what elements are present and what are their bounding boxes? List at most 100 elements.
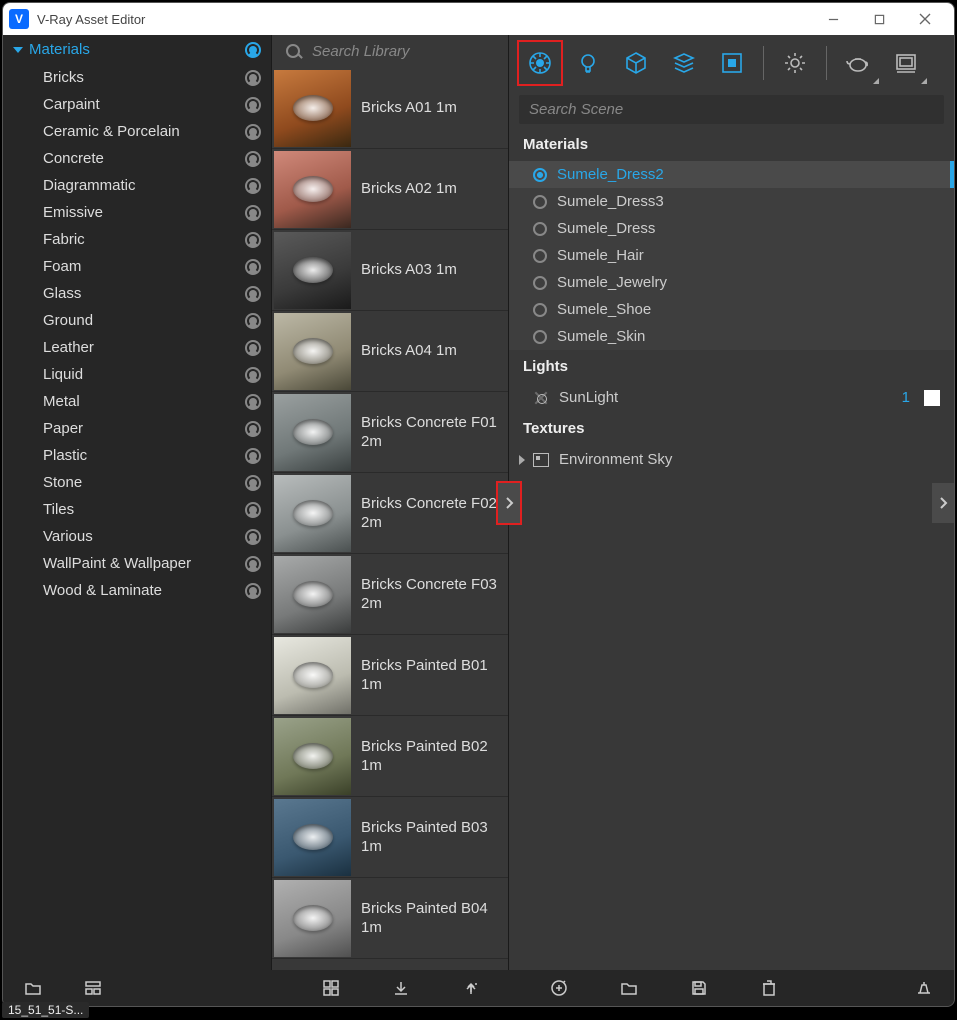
scene-material-item[interactable]: Sumele_Hair <box>509 242 954 269</box>
titlebar: V V-Ray Asset Editor <box>3 3 954 35</box>
minimize-button[interactable] <box>810 3 856 35</box>
close-button[interactable] <box>902 3 948 35</box>
category-item[interactable]: Ceramic & Porcelain <box>3 118 271 145</box>
category-item[interactable]: Foam <box>3 253 271 280</box>
library-item[interactable]: Bricks Painted B03 1m <box>272 797 508 878</box>
purge-button[interactable] <box>904 973 944 1003</box>
scene-material-item[interactable]: Sumele_Dress2 <box>509 161 954 188</box>
category-item[interactable]: Plastic <box>3 442 271 469</box>
scene-texture-item[interactable]: Environment Sky <box>509 445 954 474</box>
category-item[interactable]: Emissive <box>3 199 271 226</box>
render-elements-tab-icon[interactable] <box>661 40 707 86</box>
section-textures-header: Textures <box>509 412 954 445</box>
sidebar-header[interactable]: Materials <box>3 35 271 64</box>
library-item-label: Bricks Concrete F02 2m <box>351 494 508 533</box>
maximize-button[interactable] <box>856 3 902 35</box>
open-folder-button[interactable] <box>13 973 53 1003</box>
category-label: Various <box>43 528 93 545</box>
layout-button[interactable] <box>73 973 113 1003</box>
scene-toolbar <box>509 35 954 91</box>
category-label: Foam <box>43 258 81 275</box>
vray-badge-icon <box>245 124 261 140</box>
teapot-render-icon[interactable] <box>835 40 881 86</box>
material-swatch-icon <box>533 303 547 317</box>
category-label: Paper <box>43 420 83 437</box>
scene-material-item[interactable]: Sumele_Skin <box>509 323 954 350</box>
library-item[interactable]: Bricks A03 1m <box>272 230 508 311</box>
geometry-tab-icon[interactable] <box>613 40 659 86</box>
category-item[interactable]: Glass <box>3 280 271 307</box>
settings-icon[interactable] <box>772 40 818 86</box>
category-label: Fabric <box>43 231 85 248</box>
library-item[interactable]: Bricks A04 1m <box>272 311 508 392</box>
lights-tab-icon[interactable] <box>565 40 611 86</box>
materials-tab-icon[interactable] <box>517 40 563 86</box>
frame-buffer-icon[interactable] <box>883 40 929 86</box>
category-item[interactable]: Carpaint <box>3 91 271 118</box>
category-item[interactable]: Concrete <box>3 145 271 172</box>
scene-material-item[interactable]: Sumele_Jewelry <box>509 269 954 296</box>
vray-badge-icon <box>245 151 261 167</box>
vray-badge-icon <box>245 313 261 329</box>
taskbar-item[interactable]: 15_51_51-S... <box>2 1002 89 1018</box>
scene-material-item[interactable]: Sumele_Shoe <box>509 296 954 323</box>
section-lights-header: Lights <box>509 350 954 383</box>
library-item[interactable]: Bricks A01 1m <box>272 68 508 149</box>
import-right-button[interactable] <box>451 973 491 1003</box>
expand-triangle-icon[interactable] <box>519 455 525 465</box>
library-item[interactable]: Bricks Concrete F03 2m <box>272 554 508 635</box>
category-label: Carpaint <box>43 96 100 113</box>
open-asset-button[interactable] <box>609 973 649 1003</box>
library-thumbnail <box>274 394 351 471</box>
category-item[interactable]: Tiles <box>3 496 271 523</box>
scene-light-item[interactable]: SunLight1 <box>509 383 954 412</box>
scene-search[interactable]: Search Scene <box>519 95 944 124</box>
library-search[interactable]: Search Library <box>272 35 508 68</box>
category-item[interactable]: Diagrammatic <box>3 172 271 199</box>
category-item[interactable]: Liquid <box>3 361 271 388</box>
category-item[interactable]: Various <box>3 523 271 550</box>
save-asset-button[interactable] <box>679 973 719 1003</box>
category-item[interactable]: Stone <box>3 469 271 496</box>
category-item[interactable]: Fabric <box>3 226 271 253</box>
category-label: Bricks <box>43 69 84 86</box>
library-item[interactable]: Bricks Concrete F02 2m <box>272 473 508 554</box>
category-item[interactable]: Paper <box>3 415 271 442</box>
library-item[interactable]: Bricks Painted B02 1m <box>272 716 508 797</box>
category-item[interactable]: Bricks <box>3 64 271 91</box>
category-label: Tiles <box>43 501 74 518</box>
category-label: Plastic <box>43 447 87 464</box>
expand-library-handle[interactable] <box>498 483 520 523</box>
library-item[interactable]: Bricks Concrete F01 2m <box>272 392 508 473</box>
delete-asset-button[interactable] <box>749 973 789 1003</box>
category-item[interactable]: Leather <box>3 334 271 361</box>
library-thumbnail <box>274 313 351 390</box>
scene-material-item[interactable]: Sumele_Dress <box>509 215 954 242</box>
library-item[interactable]: Bricks Painted B04 1m <box>272 878 508 959</box>
library-thumbnail <box>274 718 351 795</box>
texture-icon <box>533 453 549 467</box>
scene-material-label: Sumele_Hair <box>557 247 644 264</box>
vray-badge-icon <box>245 529 261 545</box>
category-item[interactable]: Wood & Laminate <box>3 577 271 604</box>
expand-properties-handle[interactable] <box>932 483 954 523</box>
textures-tab-icon[interactable] <box>709 40 755 86</box>
add-asset-button[interactable] <box>539 973 579 1003</box>
library-thumbnail <box>274 70 351 147</box>
library-item[interactable]: Bricks Painted B01 1m <box>272 635 508 716</box>
scene-material-item[interactable]: Sumele_Dress3 <box>509 188 954 215</box>
vray-badge-icon <box>245 583 261 599</box>
library-item[interactable]: Bricks A02 1m <box>272 149 508 230</box>
light-color-swatch[interactable] <box>924 390 940 406</box>
category-item[interactable]: Metal <box>3 388 271 415</box>
scene-material-label: Sumele_Dress2 <box>557 166 664 183</box>
vray-badge-icon <box>245 97 261 113</box>
category-item[interactable]: Ground <box>3 307 271 334</box>
vray-badge-icon <box>245 70 261 86</box>
window-title: V-Ray Asset Editor <box>37 12 810 27</box>
category-item[interactable]: WallPaint & Wallpaper <box>3 550 271 577</box>
grid-view-button[interactable] <box>311 973 351 1003</box>
import-left-button[interactable] <box>381 973 421 1003</box>
vray-badge-icon <box>245 232 261 248</box>
category-label: Diagrammatic <box>43 177 136 194</box>
